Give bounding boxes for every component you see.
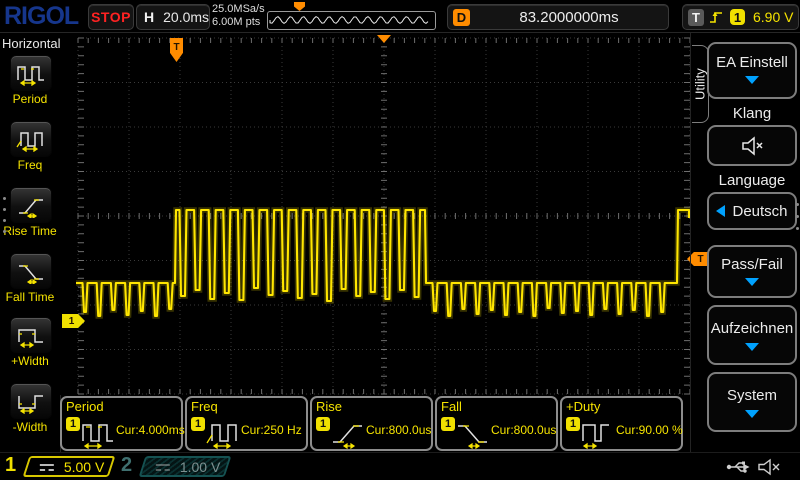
dc-coupling-icon xyxy=(156,463,170,470)
h-scale-value: 20.0ms xyxy=(163,9,209,25)
delay-value: 83.2000000ms xyxy=(470,9,668,26)
dc-coupling-icon xyxy=(40,463,54,470)
run-state-label: STOP xyxy=(91,9,131,25)
h-label: H xyxy=(144,9,154,25)
menu-item-language-button[interactable]: Deutsch xyxy=(707,192,797,230)
menu-page-dot xyxy=(3,208,6,211)
plus-width-icon xyxy=(15,322,47,348)
measure-item-nwidth[interactable]: -Width xyxy=(0,383,60,445)
memory-waveform-preview xyxy=(268,12,433,27)
delay-badge: D xyxy=(453,9,470,26)
trigger-level-value: 6.90 V xyxy=(753,9,793,25)
menu-page-dot xyxy=(3,219,6,222)
channel2-scale: 1.00 V xyxy=(180,459,220,475)
top-status-bar: RIGOL STOP H 20.0ms 25.0MSa/s 6.00M pts … xyxy=(0,0,800,33)
memory-position-bar[interactable] xyxy=(267,11,436,30)
menu-item-sound-button[interactable] xyxy=(707,125,797,166)
fall-time-icon xyxy=(15,258,47,284)
chevron-down-icon xyxy=(745,410,759,418)
measure-item-freq[interactable]: Freq xyxy=(0,121,60,183)
usb-icon xyxy=(726,459,752,475)
menu-item-language-label: Language xyxy=(707,172,797,189)
rise-time-icon xyxy=(15,192,47,218)
horizontal-scale-indicator: H 20.0ms xyxy=(136,4,210,30)
measurement-panel-period[interactable]: Period 1 Cur:4.000ms Avg:69.60ms Max:200… xyxy=(60,396,183,451)
trigger-info-indicator: T 1 6.90 V xyxy=(682,4,799,30)
channel2-tab[interactable]: 1.00 V xyxy=(139,456,232,477)
measure-item-rise-time[interactable]: Rise Time xyxy=(0,187,60,249)
waveform-plot xyxy=(60,33,690,395)
measure-menu-sidebar: Horizontal Period Freq Rise Tim xyxy=(0,33,61,452)
channel-status-bar: 1 5.00 V 2 1.00 V xyxy=(0,452,800,480)
channel1-digit[interactable]: 1 xyxy=(5,454,16,477)
measurement-panel-rise[interactable]: Rise 1 Cur:800.0us Avg:7.553ms Max:19.00… xyxy=(310,396,433,451)
menu-page-dot xyxy=(796,215,799,218)
measurement-panel-freq[interactable]: Freq 1 Cur:250 Hz Avg:161 Hz Max:250 Hz … xyxy=(185,396,308,451)
channel1-scale: 5.00 V xyxy=(64,459,104,475)
measure-item-pwidth[interactable]: +Width xyxy=(0,317,60,379)
chevron-down-icon xyxy=(745,343,759,351)
menu-page-dot xyxy=(3,230,6,233)
fall-time-icon xyxy=(454,413,492,449)
chevron-down-icon xyxy=(745,278,759,286)
language-value: Deutsch xyxy=(732,203,787,220)
chevron-left-icon xyxy=(716,205,725,217)
minus-width-icon xyxy=(15,388,47,414)
graticule-display xyxy=(60,33,690,395)
period-icon xyxy=(15,60,47,86)
memory-trigger-pointer-icon[interactable] xyxy=(294,2,305,11)
chevron-down-icon xyxy=(745,76,759,84)
channel-badge: 1 xyxy=(66,417,80,431)
trigger-source-badge: 1 xyxy=(730,9,745,25)
menu-item-system[interactable]: System xyxy=(707,372,797,432)
menu-item-io-setting[interactable]: EA Einstell xyxy=(707,42,797,99)
rising-edge-icon xyxy=(708,8,725,26)
utility-menu-sidebar: Utility EA Einstell Klang Language Deuts… xyxy=(690,33,800,452)
channel-badge: 1 xyxy=(316,417,330,431)
speaker-muted-icon xyxy=(757,458,781,476)
measurement-panel-duty[interactable]: +Duty 1 Cur:90.00 % Avg:57.94 % Max:90.0… xyxy=(560,396,683,451)
freq-icon xyxy=(15,126,47,152)
acquisition-info: 25.0MSa/s 6.00M pts xyxy=(212,3,265,29)
channel2-digit[interactable]: 2 xyxy=(121,454,132,477)
measurement-panel-fall[interactable]: Fall 1 Cur:800.0us Avg:800.0us Max:800.0… xyxy=(435,396,558,451)
channel-badge: 1 xyxy=(441,417,455,431)
run-state-indicator: STOP xyxy=(88,4,134,30)
menu-item-record[interactable]: Aufzeichnen xyxy=(707,305,797,365)
channel-badge: 1 xyxy=(566,417,580,431)
measure-item-fall-time[interactable]: Fall Time xyxy=(0,253,60,315)
speaker-muted-icon xyxy=(740,135,764,157)
trigger-delay-indicator: D 83.2000000ms xyxy=(447,4,669,30)
menu-page-dot xyxy=(796,227,799,230)
menu-page-dot xyxy=(796,203,799,206)
period-icon xyxy=(79,413,117,449)
channel1-tab[interactable]: 5.00 V xyxy=(23,456,116,477)
memory-depth: 6.00M pts xyxy=(212,16,265,29)
measure-menu-title: Horizontal xyxy=(2,36,61,51)
sample-rate: 25.0MSa/s xyxy=(212,3,265,16)
menu-page-dot xyxy=(3,197,6,200)
menu-item-sound-label: Klang xyxy=(707,105,797,122)
trigger-badge: T xyxy=(688,9,704,26)
rise-time-icon xyxy=(329,413,367,449)
rigol-logo: RIGOL xyxy=(4,2,78,31)
freq-icon xyxy=(204,413,242,449)
menu-item-pass-fail[interactable]: Pass/Fail xyxy=(707,245,797,298)
plus-duty-icon xyxy=(579,413,617,449)
measure-item-period[interactable]: Period xyxy=(0,55,60,117)
oscilloscope-screen: RIGOL STOP H 20.0ms 25.0MSa/s 6.00M pts … xyxy=(0,0,800,480)
channel-badge: 1 xyxy=(191,417,205,431)
